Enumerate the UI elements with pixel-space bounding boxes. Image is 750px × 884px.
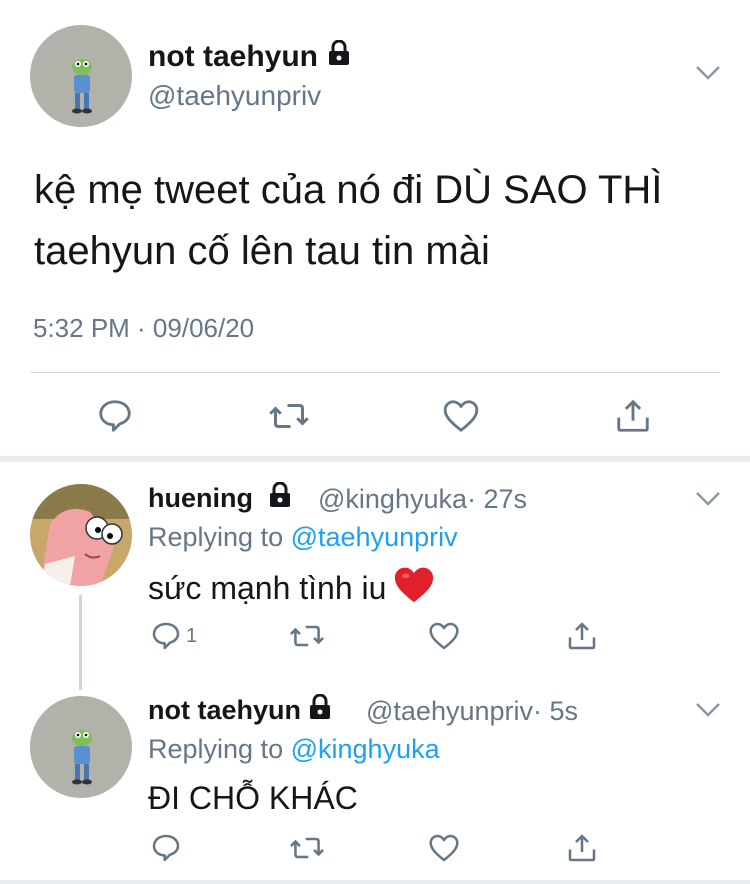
reply-1-time[interactable]: · 27s <box>467 484 527 514</box>
replying-prefix: Replying to <box>148 522 284 552</box>
retweet-button[interactable] <box>268 397 310 435</box>
reply-2-handle-time[interactable]: @taehyunpriv· 5s <box>366 696 578 727</box>
reply-icon <box>99 400 131 432</box>
share-button[interactable] <box>614 396 652 436</box>
reply-1-handle-time[interactable]: @kinghyuka· 27s <box>318 484 527 515</box>
chevron-down-icon[interactable] <box>695 701 721 724</box>
replying-to-link[interactable]: @taehyunpriv <box>291 522 458 552</box>
retweet-icon <box>269 404 309 428</box>
retweet-icon <box>290 625 324 647</box>
reply-count: 1 <box>186 624 198 647</box>
reply-2-text: ĐI CHỖ KHÁC <box>148 780 358 816</box>
share-button[interactable] <box>566 831 598 865</box>
reply-1-handle[interactable]: @kinghyuka <box>318 484 467 514</box>
display-name-text: huening <box>148 483 253 513</box>
reply-button[interactable]: 1 <box>150 620 197 652</box>
heart-icon <box>443 400 479 432</box>
display-name-text: not taehyun <box>148 695 301 725</box>
main-tweet-timestamp[interactable]: 5:32 PM · 09/06/20 <box>33 313 254 344</box>
display-name-text: not taehyun <box>148 40 318 73</box>
share-button[interactable] <box>566 619 598 653</box>
main-tweet-handle[interactable]: @taehyunpriv <box>148 80 321 112</box>
reply-icon <box>152 622 180 650</box>
red-heart-emoji <box>392 564 436 612</box>
main-tweet: not taehyun @taehyunpriv kệ mẹ tweet của… <box>0 0 750 455</box>
reply-2-replying-to: Replying to @kinghyuka <box>148 734 440 765</box>
section-divider <box>0 456 750 462</box>
share-icon <box>617 399 649 432</box>
like-button[interactable] <box>427 620 461 652</box>
chevron-down-icon[interactable] <box>695 490 721 513</box>
replying-to-link[interactable]: @kinghyuka <box>291 734 440 764</box>
lock-icon <box>309 693 331 727</box>
heart-icon <box>429 622 459 650</box>
reply-1-text: sức mạnh tình iu <box>148 564 436 612</box>
reply-2-display-name[interactable]: not taehyun <box>148 693 331 727</box>
reply-2-avatar[interactable] <box>30 696 132 798</box>
chevron-down-icon[interactable] <box>695 64 721 87</box>
reply-1-display-name[interactable]: huening <box>148 481 291 515</box>
replying-prefix: Replying to <box>148 734 284 764</box>
share-icon <box>568 622 596 650</box>
lock-icon <box>269 481 291 515</box>
thread-line <box>79 595 82 690</box>
main-tweet-display-name[interactable]: not taehyun <box>148 39 350 74</box>
reply-icon <box>152 834 180 862</box>
reply-1-replying-to: Replying to @taehyunpriv <box>148 522 458 553</box>
heart-icon <box>429 834 459 862</box>
reply-button[interactable] <box>150 832 182 864</box>
divider <box>30 372 720 373</box>
like-button[interactable] <box>441 397 481 435</box>
share-icon <box>568 834 596 862</box>
reply-1-avatar[interactable] <box>30 484 132 586</box>
like-button[interactable] <box>427 832 461 864</box>
reply-button[interactable] <box>96 397 134 435</box>
reply-1-text-content: sức mạnh tình iu <box>148 569 387 606</box>
retweet-button[interactable] <box>289 832 325 864</box>
retweet-button[interactable] <box>289 620 325 652</box>
reply-2-time[interactable]: · 5s <box>533 696 578 726</box>
reply-2-handle[interactable]: @taehyunpriv <box>366 696 533 726</box>
retweet-icon <box>290 837 324 859</box>
bottom-divider <box>0 880 750 884</box>
lock-icon <box>328 39 350 74</box>
main-tweet-avatar[interactable] <box>30 25 132 127</box>
main-tweet-text: kệ mẹ tweet của nó đi DÙ SAO THÌ taehyun… <box>34 168 663 273</box>
